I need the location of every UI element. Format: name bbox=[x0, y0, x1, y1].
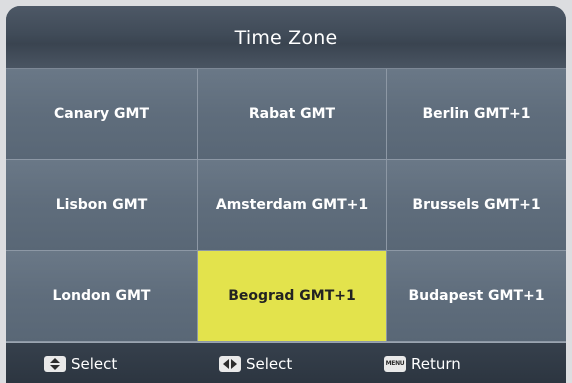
menu-key-icon: MENU bbox=[384, 355, 406, 372]
hint-label: Select bbox=[246, 354, 293, 373]
tv-screen: Time Zone Canary GMT Rabat GMT Berlin GM… bbox=[0, 0, 572, 383]
time-zone-menu: Time Zone Canary GMT Rabat GMT Berlin GM… bbox=[6, 6, 566, 383]
time-zone-option-beograd-selected[interactable]: Beograd GMT+1 bbox=[198, 251, 387, 342]
up-down-arrow-key-icon bbox=[44, 355, 66, 372]
time-zone-option-lisbon[interactable]: Lisbon GMT bbox=[6, 160, 198, 251]
time-zone-option-berlin[interactable]: Berlin GMT+1 bbox=[387, 69, 566, 160]
hint-label: Return bbox=[411, 354, 461, 373]
time-zone-option-budapest[interactable]: Budapest GMT+1 bbox=[387, 251, 566, 342]
left-right-arrow-key-icon bbox=[219, 355, 241, 372]
hint-left-right-select: Select bbox=[219, 343, 292, 383]
time-zone-option-brussels[interactable]: Brussels GMT+1 bbox=[387, 160, 566, 251]
time-zone-grid: Canary GMT Rabat GMT Berlin GMT+1 Lisbon… bbox=[6, 69, 566, 342]
hint-up-down-select: Select bbox=[44, 343, 117, 383]
hint-label: Select bbox=[71, 354, 118, 373]
time-zone-option-amsterdam[interactable]: Amsterdam GMT+1 bbox=[198, 160, 387, 251]
title-bar: Time Zone bbox=[6, 6, 566, 69]
footer-hint-bar: Select Select MENU Return bbox=[6, 342, 566, 383]
hint-menu-return: MENU Return bbox=[384, 343, 461, 383]
time-zone-option-rabat[interactable]: Rabat GMT bbox=[198, 69, 387, 160]
time-zone-option-canary[interactable]: Canary GMT bbox=[6, 69, 198, 160]
time-zone-option-london[interactable]: London GMT bbox=[6, 251, 198, 342]
page-title: Time Zone bbox=[234, 26, 338, 49]
